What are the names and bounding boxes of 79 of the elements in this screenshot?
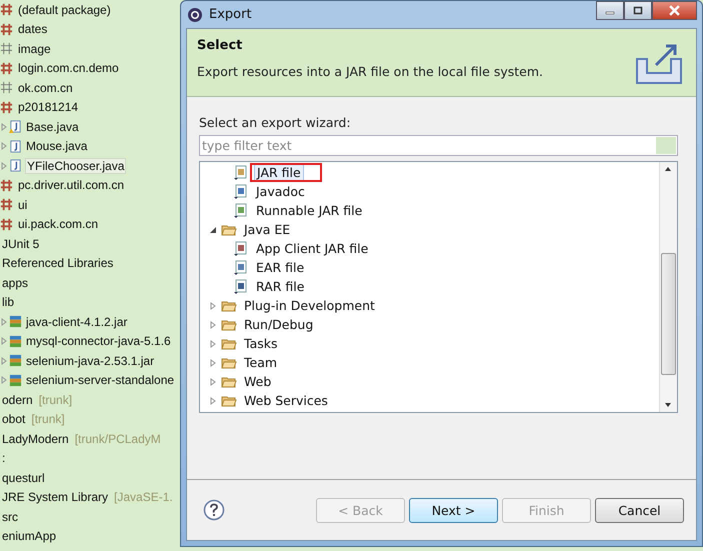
tree-item[interactable]: Run/Debug [242, 317, 316, 332]
maximize-button[interactable] [624, 1, 652, 20]
file-icon [233, 184, 249, 200]
tree-item[interactable]: JUnit 5 [0, 236, 42, 251]
tree-item[interactable]: (default package) [16, 2, 113, 17]
file-icon [233, 164, 249, 180]
filter-field[interactable]: type filter text [199, 135, 678, 156]
tree-item[interactable]: EAR file [254, 260, 306, 275]
page-description: Export resources into a JAR file on the local file system. [197, 64, 544, 79]
tree-item[interactable]: ui [16, 198, 30, 212]
package-icon [0, 22, 13, 36]
tree-item[interactable]: dates [16, 22, 50, 36]
package-icon [0, 100, 13, 114]
tree-item[interactable]: Java EE [242, 222, 292, 237]
tree-item[interactable]: src [0, 510, 20, 524]
tree-item[interactable]: Mouse.java [25, 139, 88, 154]
help-icon[interactable] [203, 499, 225, 521]
tree-item[interactable]: apps [0, 276, 30, 290]
package-icon [0, 3, 13, 16]
file-icon [233, 202, 249, 218]
jar-icon [9, 315, 22, 328]
jar-icon [9, 374, 22, 387]
package-icon [0, 198, 13, 212]
tree-item[interactable]: selenium-java-2.53.1.jar [25, 354, 156, 368]
minimize-button[interactable] [596, 1, 624, 20]
svn-decoration: [trunk] [38, 392, 72, 407]
svn-decoration: [trunk/PCLadyM [74, 432, 161, 446]
tree-item[interactable]: image [16, 42, 53, 56]
maximize-icon [633, 6, 643, 16]
wizard-label: Select an export wizard: [199, 115, 352, 130]
tree-item[interactable]: login.com.cn.demo [16, 61, 121, 76]
tree-item[interactable]: lib [0, 295, 16, 310]
page-heading: Select [197, 38, 244, 53]
package-icon [0, 81, 13, 94]
tree-item[interactable]: Referenced Libraries [0, 256, 116, 270]
close-button[interactable] [652, 1, 697, 20]
tree-item[interactable]: eniumApp [0, 529, 58, 544]
tree-item[interactable]: java-client-4.1.2.jar [25, 314, 128, 329]
close-icon [669, 5, 680, 16]
tree-item[interactable]: Web Services [242, 393, 330, 408]
wizard-button[interactable]: Cancel [595, 498, 684, 522]
tree-item[interactable]: Tasks [242, 336, 280, 351]
tree-item[interactable]: Base.java [25, 120, 80, 134]
tree-item[interactable]: pc.driver.util.com.cn [16, 178, 126, 192]
tree-item[interactable]: selenium-server-standalone [25, 373, 176, 388]
highlight-rectangle [250, 163, 322, 182]
file-icon [233, 260, 249, 276]
tree-item[interactable]: odern [0, 392, 35, 407]
tree-item[interactable]: mysql-connector-java-5.1.6 [25, 334, 172, 348]
svn-decoration: [trunk] [31, 412, 65, 426]
window-title: Export [209, 7, 252, 22]
wizard-button[interactable]: Next > [409, 498, 498, 522]
svn-decoration: [JavaSE-1. [114, 490, 173, 504]
tree-item[interactable]: RAR file [254, 279, 306, 294]
jar-icon [9, 334, 22, 348]
tree-item[interactable]: LadyModern [0, 432, 71, 446]
tree-item[interactable]: : [0, 451, 8, 466]
tree-item[interactable]: Web [242, 374, 274, 389]
file-icon [233, 278, 249, 294]
tree-item[interactable]: JRE System Library [0, 490, 110, 504]
tree-item[interactable]: Runnable JAR file [254, 203, 364, 218]
tree-item[interactable]: Javadoc [254, 184, 307, 199]
scrollbar[interactable] [659, 162, 677, 412]
tree-item[interactable]: obot [0, 412, 28, 426]
tree-item[interactable]: Team [242, 355, 280, 370]
file-icon [233, 240, 249, 256]
tree-item[interactable]: YFileChooser.java [25, 158, 126, 174]
tree-item[interactable]: ok.com.cn [16, 80, 75, 95]
tree-item[interactable]: Plug-in Development [242, 298, 377, 313]
package-icon [0, 42, 13, 56]
package-icon [0, 218, 13, 231]
eclipse-icon [187, 6, 203, 22]
tree-item[interactable]: p20181214 [16, 100, 80, 114]
package-icon [0, 62, 13, 75]
tree-item[interactable]: ui.pack.com.cn [16, 217, 100, 232]
package-icon [0, 178, 13, 192]
tree-item[interactable]: App Client JAR file [254, 241, 370, 256]
jar-icon [9, 354, 22, 368]
tree-item[interactable]: questurl [0, 470, 47, 485]
